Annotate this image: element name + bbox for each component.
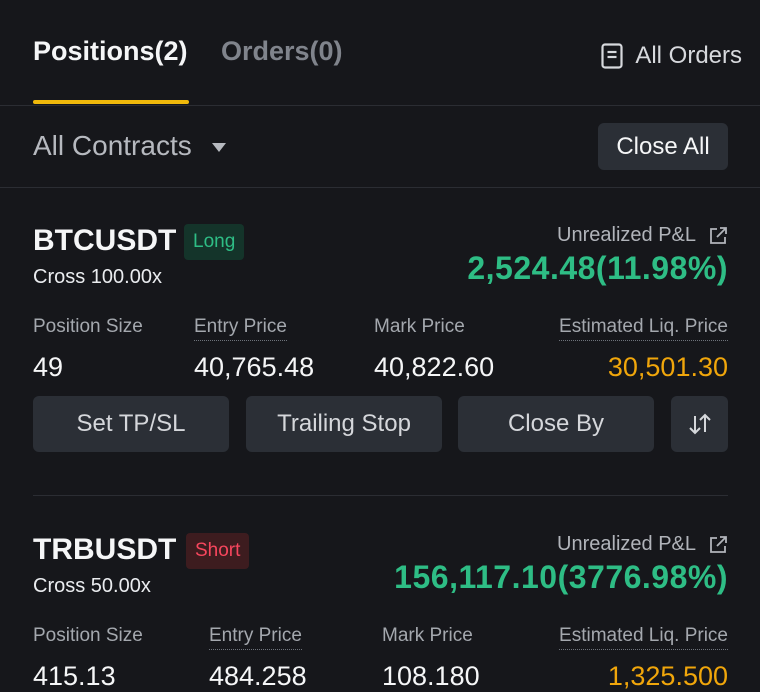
position-size-label: Position Size [33, 625, 143, 646]
external-link-icon [710, 535, 727, 553]
trailing-stop-button[interactable]: Trailing Stop [246, 396, 442, 452]
mark-price-value: 40,822.60 [374, 352, 495, 382]
pnl-header[interactable]: Unrealized P&L [557, 224, 728, 247]
entry-price-value: 484.258 [209, 661, 307, 691]
side-badge: Short [186, 533, 250, 569]
swap-arrows-icon [688, 413, 711, 435]
pnl-value: 2,524.48(11.98%) [467, 250, 728, 286]
contracts-label: All Contracts [33, 130, 192, 161]
entry-price-label[interactable]: Entry Price [194, 316, 287, 341]
margin-mode[interactable]: Cross 50.00x [33, 575, 151, 598]
document-list-icon [601, 43, 623, 69]
side-badge: Long [184, 224, 245, 260]
liq-price-label[interactable]: Estimated Liq. Price [559, 316, 728, 341]
position-size-label: Position Size [33, 316, 143, 337]
mark-price-value: 108.180 [382, 661, 480, 691]
liq-price-value: 30,501.30 [607, 352, 728, 382]
tab-positions[interactable]: Positions(2) [33, 36, 188, 67]
pnl-header[interactable]: Unrealized P&L [557, 533, 728, 556]
position-symbol[interactable]: BTCUSDT [33, 224, 176, 258]
close-all-button[interactable]: Close All [598, 123, 728, 170]
position-divider [33, 495, 728, 496]
filter-bar: All Contracts Close All [0, 106, 760, 188]
set-tpsl-button[interactable]: Set TP/SL [33, 396, 229, 452]
position-symbol[interactable]: TRBUSDT [33, 533, 176, 567]
caret-down-icon [211, 142, 226, 152]
all-orders-label: All Orders [635, 42, 742, 69]
tab-orders[interactable]: Orders(0) [221, 36, 343, 67]
entry-price-value: 40,765.48 [194, 352, 315, 382]
position-size-value: 415.13 [33, 661, 116, 691]
position-tabs: Positions(2) Orders(0) All Orders [0, 0, 760, 106]
position-card: BTCUSDT Long Cross 100.00x Unrealized P&… [33, 224, 728, 464]
mark-price-label: Mark Price [382, 625, 473, 646]
external-link-icon [710, 226, 727, 244]
mark-price-label: Mark Price [374, 316, 465, 337]
liq-price-value: 1,325.500 [607, 661, 728, 691]
reverse-position-button[interactable] [671, 396, 728, 452]
close-by-button[interactable]: Close By [458, 396, 654, 452]
pnl-label: Unrealized P&L [557, 533, 696, 555]
margin-mode[interactable]: Cross 100.00x [33, 266, 162, 289]
pnl-label: Unrealized P&L [557, 224, 696, 246]
position-card: TRBUSDT Short Cross 50.00x Unrealized P&… [33, 533, 728, 691]
liq-price-label[interactable]: Estimated Liq. Price [559, 625, 728, 650]
entry-price-label[interactable]: Entry Price [209, 625, 302, 650]
pnl-value: 156,117.10(3776.98%) [394, 559, 728, 595]
contracts-dropdown[interactable]: All Contracts [33, 130, 226, 162]
active-tab-indicator [33, 100, 189, 104]
position-size-value: 49 [33, 352, 64, 382]
all-orders-link[interactable]: All Orders [601, 42, 742, 70]
